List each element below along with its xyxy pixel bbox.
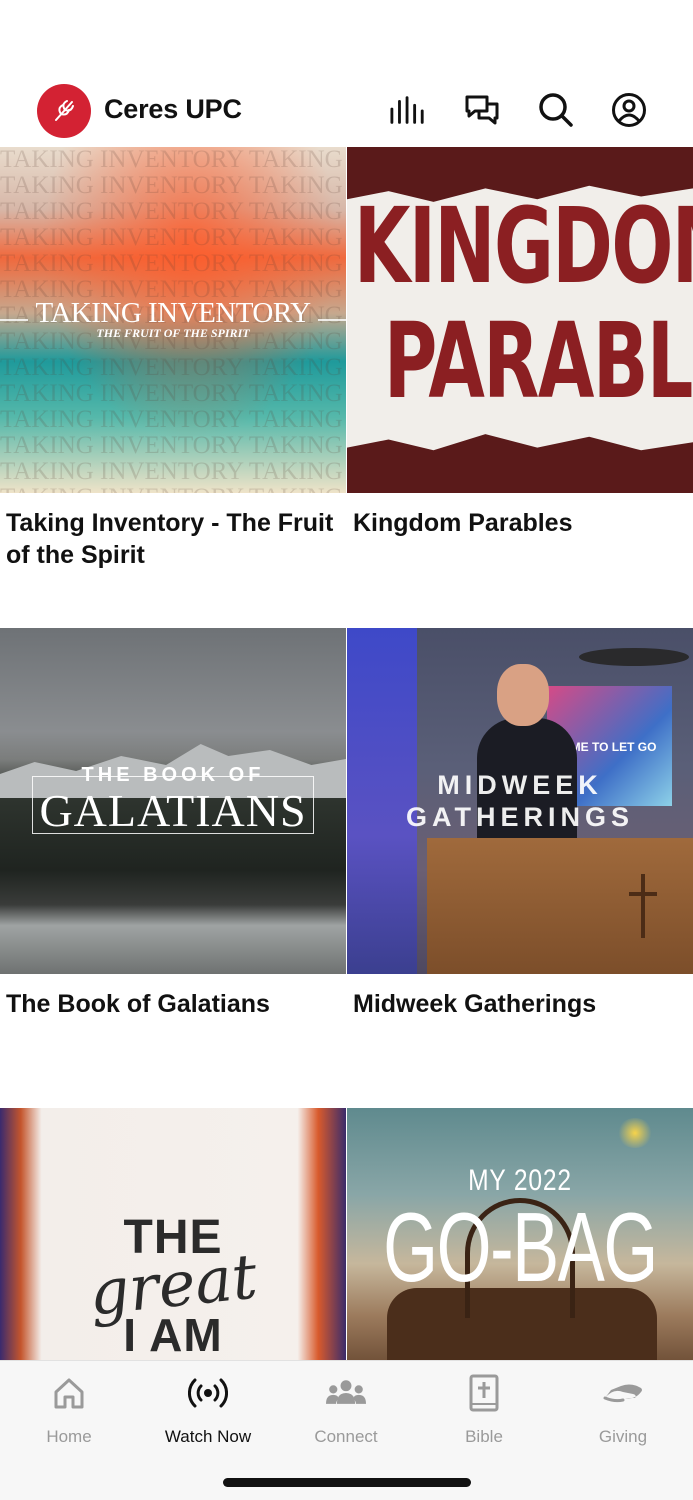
home-indicator[interactable] <box>223 1478 471 1487</box>
chat-bubbles-icon[interactable] <box>464 92 500 128</box>
tab-label: Watch Now <box>164 1427 252 1446</box>
cross-vertical <box>641 874 645 938</box>
cross-horizontal <box>629 892 657 896</box>
tab-label: Bible <box>465 1427 503 1446</box>
series-title[interactable]: Taking Inventory - The Fruit of the Spir… <box>6 507 336 571</box>
art-line-2: GATHERINGS <box>405 802 634 832</box>
series-card[interactable]: THE great I AM <box>0 1108 346 1454</box>
series-thumbnail[interactable]: TAKING INVENTORY TAKING INVENTORYTAKING … <box>0 147 346 493</box>
speaker-head <box>497 664 549 726</box>
ceiling-fan <box>579 648 689 666</box>
tab-label: Home <box>46 1427 92 1446</box>
series-title[interactable]: Kingdom Parables <box>353 507 683 539</box>
art-subtitle: THE FRUIT OF THE SPIRIT <box>96 326 250 340</box>
art-line-2: GO-BAG <box>383 1192 658 1302</box>
tab-label: Giving <box>598 1427 648 1446</box>
search-icon[interactable] <box>538 92 574 128</box>
church-logo[interactable] <box>37 84 91 138</box>
home-icon <box>49 1373 89 1413</box>
art-line-2: PARABLES <box>383 300 693 422</box>
art-line-3: I AM <box>123 1309 223 1361</box>
tab-label: Connect <box>314 1427 378 1446</box>
series-card[interactable]: TIME TO LET GO MIDWEEK GATHERINGS Midwee… <box>347 628 693 1108</box>
tab-bible[interactable]: Bible <box>415 1373 553 1453</box>
broadcast-icon <box>188 1373 228 1413</box>
bokeh-light <box>617 1118 653 1148</box>
bible-icon <box>464 1373 504 1413</box>
series-card[interactable]: KINGDOM PARABLES Kingdom Parables <box>347 147 693 627</box>
series-thumbnail[interactable]: THE BOOK OF GALATIANS <box>0 628 346 974</box>
series-title[interactable]: Midweek Gatherings <box>353 988 683 1020</box>
series-card[interactable]: MY 2022 GO-BAG <box>347 1108 693 1454</box>
series-card[interactable]: TAKING INVENTORY TAKING INVENTORYTAKING … <box>0 147 346 627</box>
wheat-icon <box>55 100 74 121</box>
audio-bars-icon[interactable] <box>390 92 426 128</box>
series-thumbnail[interactable]: TIME TO LET GO MIDWEEK GATHERINGS <box>347 628 693 974</box>
art-line-1: MIDWEEK <box>437 770 603 800</box>
tab-watch-now[interactable]: Watch Now <box>139 1373 277 1453</box>
series-thumbnail[interactable]: KINGDOM PARABLES <box>347 147 693 493</box>
tab-connect[interactable]: Connect <box>277 1373 415 1453</box>
series-title[interactable]: The Book of Galatians <box>6 988 336 1020</box>
group-icon <box>326 1373 366 1413</box>
tab-home[interactable]: Home <box>0 1373 138 1453</box>
tab-giving[interactable]: Giving <box>554 1373 692 1453</box>
art-line-1: KINGDOM <box>353 185 693 307</box>
series-card[interactable]: THE BOOK OF GALATIANS The Book of Galati… <box>0 628 346 1108</box>
profile-icon[interactable] <box>611 92 647 128</box>
pulpit <box>427 838 693 974</box>
app-title: Ceres UPC <box>104 94 242 124</box>
stage-light <box>347 628 417 974</box>
art-line-2: GALATIANS <box>39 785 307 836</box>
giving-hand-icon <box>603 1373 643 1413</box>
